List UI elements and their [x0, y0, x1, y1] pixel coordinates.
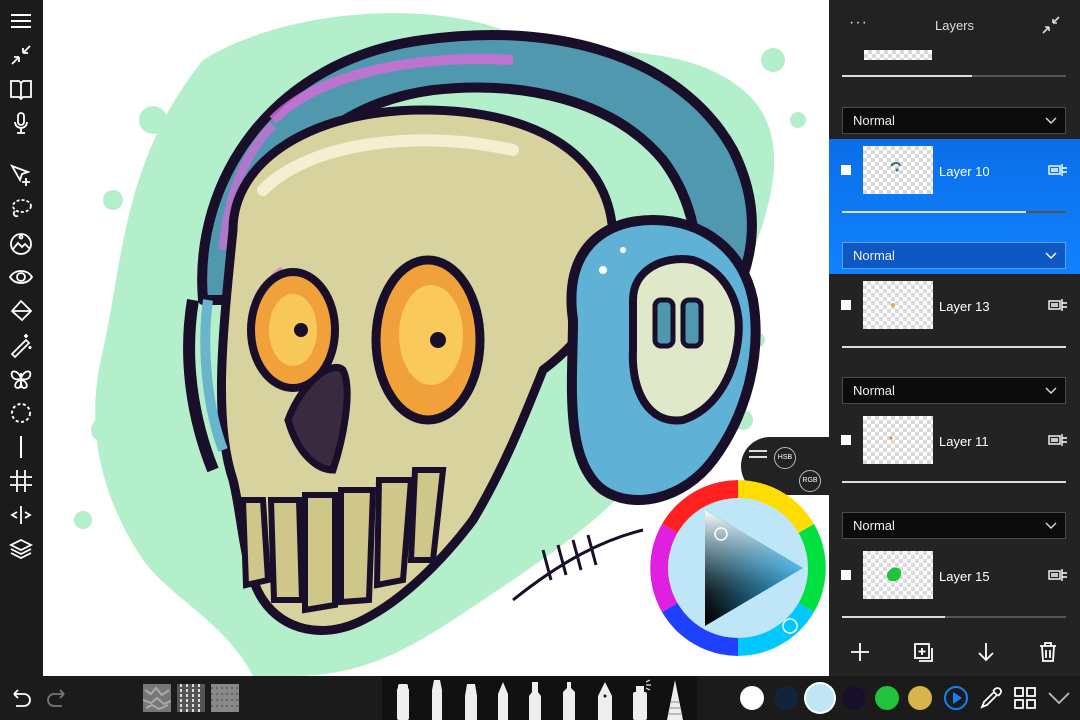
layer-opacity-fill — [842, 481, 1066, 483]
layer-settings-icon[interactable] — [1048, 163, 1068, 177]
top-layer-thumbnail[interactable] — [864, 50, 932, 60]
merge-down-icon[interactable] — [974, 640, 998, 664]
chevron-down-icon[interactable] — [1046, 685, 1072, 711]
layer-opacity-fill — [842, 346, 1066, 348]
layer-name: Layer 11 — [939, 434, 989, 449]
hsb-mode-button[interactable]: HSB — [774, 447, 796, 469]
layer-visibility-checkbox[interactable] — [841, 570, 851, 580]
texture-preset-1-icon[interactable] — [143, 684, 171, 712]
chevron-down-icon — [1045, 252, 1057, 259]
symmetry-axis-icon[interactable] — [6, 500, 36, 530]
layer-opacity-slider[interactable] — [842, 346, 1066, 348]
color-swatch-gold[interactable] — [908, 686, 932, 710]
layer-name: Layer 10 — [939, 164, 990, 179]
brush-paint-tube-icon[interactable] — [558, 680, 580, 720]
symmetry-butterfly-icon[interactable] — [6, 364, 36, 394]
fill-bucket-icon[interactable] — [6, 296, 36, 326]
top-layer-opacity-slider[interactable] — [842, 75, 1066, 77]
layer-settings-icon[interactable] — [1048, 568, 1068, 582]
gallery-grid-icon[interactable] — [1012, 685, 1038, 711]
brush-spray-can-icon[interactable] — [628, 678, 652, 720]
brush-ink-pen-icon[interactable] — [524, 680, 546, 720]
texture-preset-3-icon[interactable] — [211, 684, 239, 712]
layer-actions-bar — [829, 628, 1080, 676]
color-swatch-light-blue-active[interactable] — [806, 684, 834, 712]
layer-visibility-checkbox[interactable] — [841, 435, 851, 445]
blend-mode-label: Normal — [853, 383, 895, 398]
grid-icon[interactable] — [6, 466, 36, 496]
layer-blend-select[interactable]: Normal — [842, 377, 1066, 404]
play-record-icon[interactable] — [943, 685, 969, 711]
panel-header: ··· Layers — [829, 0, 1080, 50]
layer-thumbnail — [863, 416, 933, 464]
brush-felt-pen-icon[interactable] — [460, 682, 482, 720]
brush-library-icon[interactable] — [6, 74, 36, 104]
color-swatch-green[interactable] — [875, 686, 899, 710]
blend-mode-label: Normal — [853, 248, 895, 263]
layer-thumbnail — [863, 551, 933, 599]
layer-opacity-fill — [842, 616, 946, 618]
layer-blend-select[interactable]: Normal — [842, 242, 1066, 269]
eyedropper-icon[interactable] — [978, 685, 1004, 711]
layer-opacity-slider[interactable] — [842, 211, 1066, 213]
brush-airbrush-icon[interactable] — [426, 678, 448, 720]
transform-icon[interactable] — [6, 160, 36, 190]
layer-row-11[interactable]: Layer 11 Normal — [829, 409, 1080, 544]
layer-row-13[interactable]: Layer 13 Normal — [829, 274, 1080, 409]
delete-layer-icon[interactable] — [1036, 640, 1060, 664]
layer-name: Layer 13 — [939, 299, 990, 314]
brush-marker-icon[interactable] — [392, 680, 414, 720]
layer-opacity-slider[interactable] — [842, 481, 1066, 483]
visibility-eye-icon[interactable] — [6, 262, 36, 292]
color-swatch-white[interactable] — [740, 686, 764, 710]
layer-name: Layer 15 — [939, 569, 990, 584]
brush-selector-strip — [382, 676, 697, 720]
layer-settings-icon[interactable] — [1048, 433, 1068, 447]
color-swatch-dark-purple[interactable] — [842, 686, 866, 710]
color-panel-handle-icon[interactable] — [747, 447, 769, 461]
color-swatch-navy[interactable] — [774, 686, 798, 710]
redo-icon[interactable] — [44, 685, 70, 711]
layer-settings-icon[interactable] — [1048, 298, 1068, 312]
blend-mode-label: Normal — [853, 113, 895, 128]
brush-pencil-icon[interactable] — [492, 680, 514, 720]
texture-preset-2-icon[interactable] — [177, 684, 205, 712]
brush-cone-icon[interactable] — [664, 678, 686, 720]
layer-visibility-checkbox[interactable] — [841, 165, 851, 175]
blend-mode-label: Normal — [853, 518, 895, 533]
layers-panel: ··· Layers Normal Layer 10 Normal Layer … — [829, 0, 1080, 676]
layer-blend-select[interactable]: Normal — [842, 512, 1066, 539]
chevron-down-icon — [1045, 387, 1057, 394]
collapse-panel-icon[interactable] — [1040, 14, 1062, 36]
layer-thumbnail — [863, 281, 933, 329]
layer-thumbnail — [863, 146, 933, 194]
add-layer-icon[interactable] — [848, 640, 872, 664]
layer-opacity-slider[interactable] — [842, 616, 1066, 618]
image-adjust-icon[interactable] — [6, 228, 36, 258]
duplicate-layer-icon[interactable] — [911, 640, 935, 664]
microphone-icon[interactable] — [6, 108, 36, 138]
layers-icon[interactable] — [6, 534, 36, 564]
ruler-line-icon[interactable] — [6, 432, 36, 462]
lasso-select-icon[interactable] — [6, 194, 36, 224]
top-layer-opacity-fill — [842, 75, 972, 77]
chevron-down-icon — [1045, 522, 1057, 529]
selection-circle-icon[interactable] — [6, 398, 36, 428]
layer-opacity-fill — [842, 211, 1026, 213]
bottom-bar — [0, 676, 1080, 720]
layer-row-15[interactable]: Layer 15 — [829, 544, 1080, 628]
fit-screen-icon[interactable] — [6, 40, 36, 70]
undo-icon[interactable] — [8, 685, 34, 711]
layer-visibility-checkbox[interactable] — [841, 300, 851, 310]
color-wheel[interactable] — [648, 478, 828, 658]
menu-icon[interactable] — [6, 6, 36, 36]
chevron-down-icon — [1045, 117, 1057, 124]
layer-row-10[interactable]: Layer 10 Normal — [829, 139, 1080, 274]
brush-fountain-pen-icon[interactable] — [594, 680, 616, 720]
magic-wand-icon[interactable] — [6, 330, 36, 360]
top-layer-blend-select[interactable]: Normal — [842, 107, 1066, 134]
left-toolbar — [0, 0, 43, 676]
